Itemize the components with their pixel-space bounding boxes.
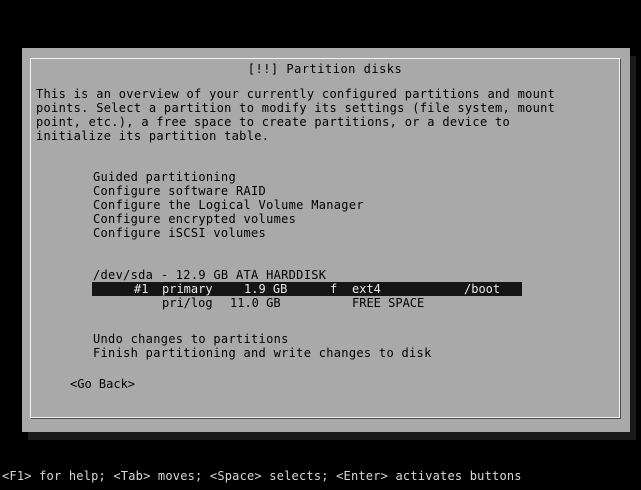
intro-line: points. Select a partition to modify its…	[36, 101, 556, 115]
partition-type: primary	[162, 282, 213, 296]
partition-row-selected[interactable]: #1 primary 1.9 GB f ext4 /boot	[92, 282, 522, 296]
dialog-title: [!!] Partition disks	[243, 62, 407, 76]
menu-item-guided-partitioning[interactable]: Guided partitioning	[93, 170, 236, 184]
intro-line: This is an overview of your currently co…	[36, 87, 556, 101]
menu-item-lvm[interactable]: Configure the Logical Volume Manager	[93, 198, 364, 212]
go-back-button[interactable]: <Go Back>	[70, 377, 135, 391]
disk-item-sda[interactable]: /dev/sda - 12.9 GB ATA HARDDISK	[93, 268, 326, 282]
partition-size: 11.0 GB	[230, 296, 281, 310]
partition-format-flag: f	[330, 282, 338, 296]
finish-partitioning-item[interactable]: Finish partitioning and write changes to…	[93, 346, 432, 360]
partition-filesystem: FREE SPACE	[352, 296, 425, 310]
partition-filesystem: ext4	[352, 282, 381, 296]
partition-row-free-space[interactable]: pri/log 11.0 GB FREE SPACE	[92, 296, 522, 310]
menu-item-software-raid[interactable]: Configure software RAID	[93, 184, 266, 198]
partition-size: 1.9 GB	[244, 282, 288, 296]
menu-item-iscsi-volumes[interactable]: Configure iSCSI volumes	[93, 226, 266, 240]
partition-number: #1	[134, 282, 149, 296]
undo-changes-item[interactable]: Undo changes to partitions	[93, 332, 289, 346]
intro-line: point, etc.), a free space to create par…	[36, 115, 511, 129]
partition-mount-point: /boot	[464, 282, 501, 296]
menu-item-encrypted-volumes[interactable]: Configure encrypted volumes	[93, 212, 296, 226]
partition-type: pri/log	[162, 296, 213, 310]
intro-line: initialize its partition table.	[36, 129, 270, 143]
help-bar: <F1> for help; <Tab> moves; <Space> sele…	[2, 469, 522, 483]
